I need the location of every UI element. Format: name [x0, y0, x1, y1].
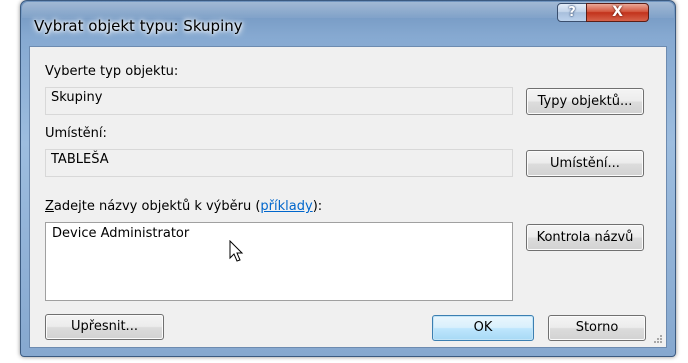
names-label-tail: ): [312, 199, 323, 214]
dialog-body: Vyberte typ objektu: Skupiny Typy objekt… [29, 46, 667, 348]
close-button[interactable]: X [586, 3, 649, 22]
advanced-button[interactable]: Upřesnit... [45, 314, 164, 340]
object-type-field: Skupiny [45, 87, 513, 115]
dialog-title: Vybrat objekt typu: Skupiny [34, 17, 243, 35]
location-field: TABLEŠA [45, 149, 513, 177]
object-types-button[interactable]: Typy objektů... [526, 88, 644, 115]
dialog-window: Vybrat objekt typu: Skupiny ? X Vyberte … [20, 0, 676, 357]
names-label: Zadejte názvy objektů k výběru (příklady… [45, 199, 322, 214]
location-label: Umístění: [45, 126, 107, 141]
examples-link[interactable]: příklady [260, 199, 312, 214]
resize-grip-icon[interactable] [653, 334, 663, 344]
ok-button[interactable]: OK [432, 315, 534, 341]
cancel-button[interactable]: Storno [548, 315, 646, 341]
mouse-cursor-icon [229, 240, 244, 262]
object-names-input[interactable]: Device Administrator [45, 222, 513, 301]
names-label-access-key: Z [45, 199, 54, 214]
help-button[interactable]: ? [557, 3, 587, 22]
names-label-text: adejte názvy objektů k výběru ( [53, 199, 261, 214]
close-icon: X [612, 4, 623, 20]
object-type-label: Vyberte typ objektu: [45, 64, 179, 79]
locations-button[interactable]: Umístění... [526, 150, 644, 177]
check-names-button[interactable]: Kontrola názvů [526, 224, 644, 251]
